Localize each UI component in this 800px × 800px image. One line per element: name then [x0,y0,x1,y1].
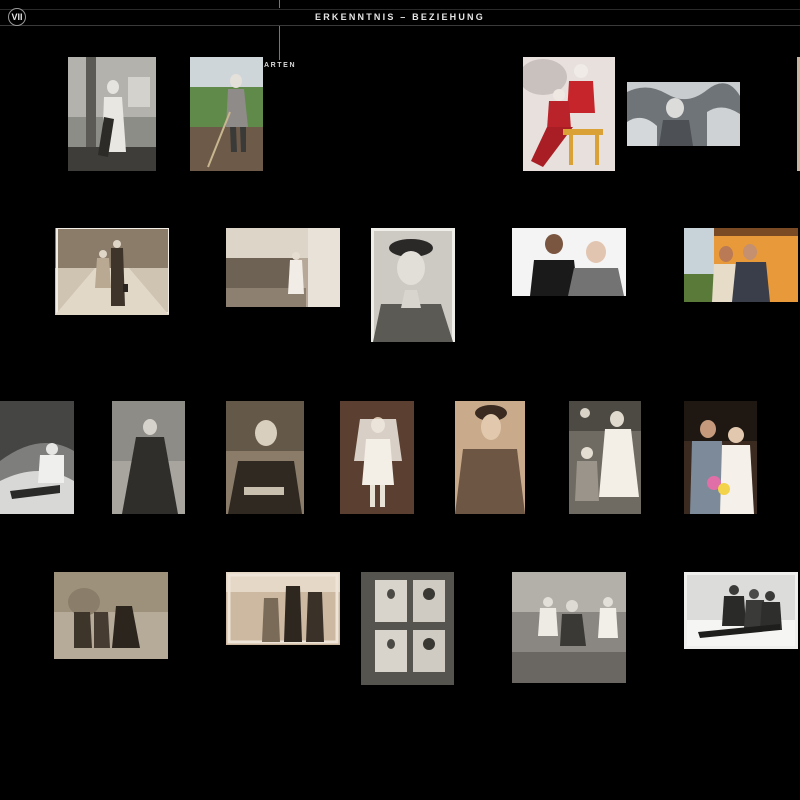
photo-p9[interactable] [512,228,626,296]
photo-p8[interactable] [371,228,455,342]
photo-p17[interactable] [684,401,757,514]
photo-p14[interactable] [340,401,414,514]
photo-p20[interactable] [361,572,454,685]
photo-p1[interactable] [68,57,156,171]
photo-p13[interactable] [226,401,304,514]
top-bar: VII ERKENNTNIS – BEZIEHUNG [0,0,800,28]
photo-p22[interactable] [684,572,798,649]
photo-p2[interactable] [190,57,263,171]
photo-p11[interactable] [0,401,74,514]
marker-label: ARTEN [264,62,297,69]
header-rule [0,25,800,26]
marker-line-top [279,0,280,8]
photo-p15[interactable] [455,401,525,514]
photo-p19[interactable] [226,572,340,645]
photo-p18[interactable] [54,572,168,659]
photo-p12[interactable] [112,401,185,514]
top-rule [0,9,800,10]
marker-line [279,26,280,60]
page-title: ERKENNTNIS – BEZIEHUNG [315,12,485,22]
photo-p4[interactable] [627,82,740,146]
photo-p7[interactable] [226,228,340,307]
photo-p21[interactable] [512,572,626,683]
photo-p6[interactable] [55,228,169,315]
photo-p10[interactable] [684,228,798,302]
photo-p3[interactable] [523,57,615,171]
photo-p16[interactable] [569,401,641,514]
